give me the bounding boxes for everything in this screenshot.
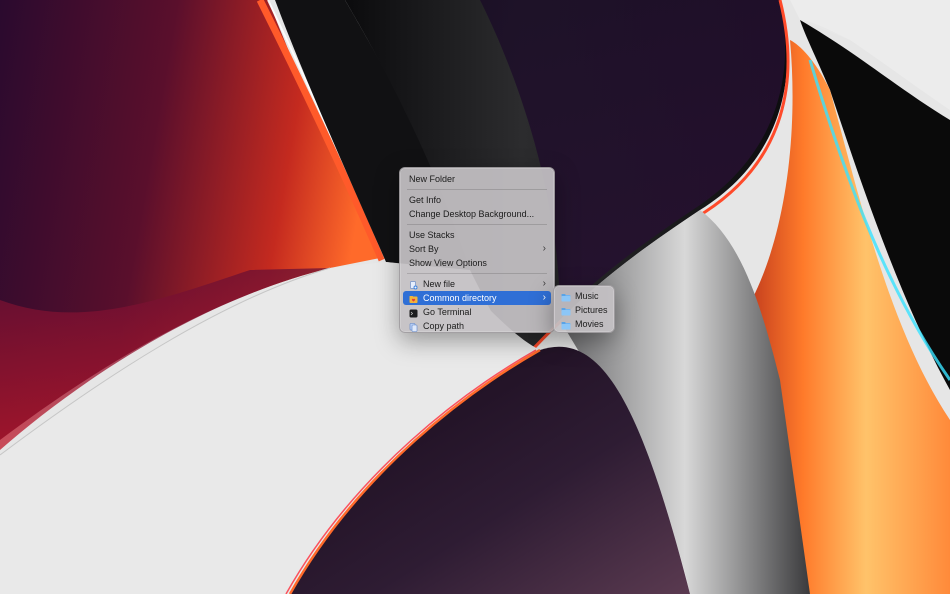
menu-item-use-stacks[interactable]: Use Stacks [403,228,551,242]
terminal-icon [409,308,418,317]
menu-item-label: Show View Options [409,258,487,268]
submenu-item-label: Pictures [575,305,608,315]
submenu-item-movies[interactable]: Movies [557,317,611,331]
submenu-item-music[interactable]: Music [557,289,611,303]
menu-item-get-info[interactable]: Get Info [403,193,551,207]
menu-item-label: New file [423,279,456,289]
copy-path-icon [409,322,418,332]
folder-icon [561,306,571,315]
menu-item-sort-by[interactable]: Sort By › [403,242,551,256]
menu-item-go-terminal[interactable]: Go Terminal [403,305,551,319]
menu-item-show-view-options[interactable]: Show View Options [403,256,551,270]
folder-heart-icon [409,294,418,303]
folder-icon [561,292,571,301]
menu-item-label: Use Stacks [409,230,455,240]
submenu-item-label: Music [575,291,599,301]
submenu-item-label: Movies [575,319,604,329]
chevron-right-icon: › [542,243,546,254]
folder-icon [561,320,571,329]
chevron-right-icon: › [542,278,546,289]
submenu-item-pictures[interactable]: Pictures [557,303,611,317]
menu-separator [407,273,547,274]
menu-item-label: Get Info [409,195,442,205]
menu-separator [407,224,547,225]
chevron-right-icon: › [542,292,546,303]
menu-item-label: Sort By [409,244,439,254]
menu-item-new-file[interactable]: New file › [403,277,551,291]
menu-separator [407,189,547,190]
menu-item-change-desktop-background[interactable]: Change Desktop Background... [403,207,551,221]
common-directory-submenu: Music Pictures Movies [553,285,615,333]
menu-item-label: New Folder [409,174,456,184]
menu-item-label: Common directory [423,293,497,303]
menu-item-label: Change Desktop Background... [409,209,535,219]
desktop-context-menu: New Folder Get Info Change Desktop Backg… [399,167,555,333]
menu-item-common-directory[interactable]: Common directory › [403,291,551,305]
menu-item-label: Copy path [423,321,465,331]
menu-item-copy-path[interactable]: Copy path [403,319,551,333]
new-file-icon [409,280,418,289]
menu-item-new-folder[interactable]: New Folder [403,172,551,186]
menu-item-label: Go Terminal [423,307,472,317]
